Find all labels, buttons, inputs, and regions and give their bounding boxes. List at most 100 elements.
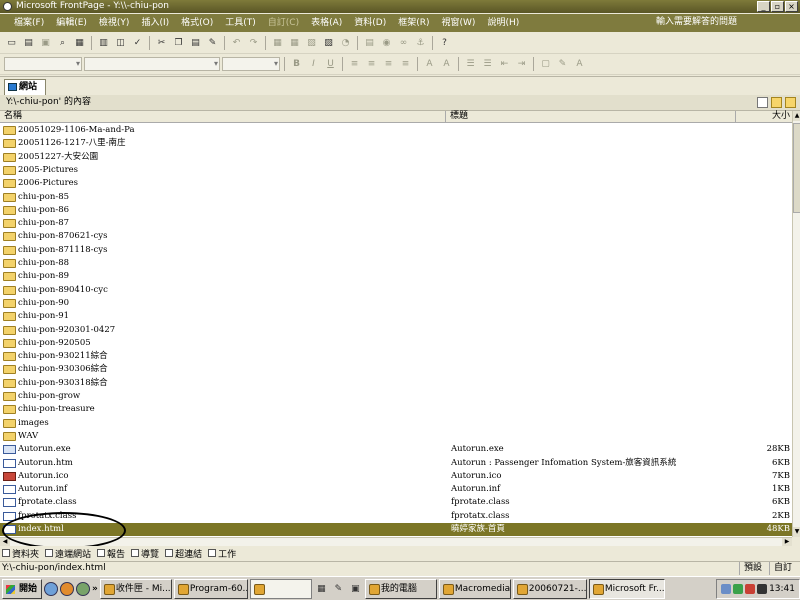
undo-icon[interactable]: ↶ <box>229 36 244 51</box>
folder-row[interactable]: chiu-pon-870621-cys <box>0 230 792 243</box>
outlook-quicklaunch-icon[interactable] <box>60 581 75 596</box>
show-all-icon[interactable]: ◉ <box>379 36 394 51</box>
file-row[interactable]: Autorun.exe Autorun.exe 28KB <box>0 443 792 456</box>
folder-row[interactable]: chiu-pon-treasure <box>0 403 792 416</box>
folder-row[interactable]: chiu-pon-85 <box>0 191 792 204</box>
close-button[interactable]: × <box>785 1 798 12</box>
font-size-dropdown[interactable] <box>222 57 280 71</box>
start-button[interactable]: 開始 <box>2 578 43 599</box>
status-mode-custom[interactable]: 自訂 <box>768 562 796 575</box>
taskbar-input-box[interactable] <box>249 578 312 599</box>
file-row[interactable]: fprotatx.class fprotatx.class 2KB <box>0 510 792 523</box>
view-remote-site[interactable]: 遠端網站 <box>45 547 91 560</box>
paste-icon[interactable]: ▤ <box>188 36 203 51</box>
vertical-scrollbar[interactable]: ▲ ▼ <box>792 111 800 537</box>
align-left-icon[interactable]: ≡ <box>347 57 362 72</box>
menu-window[interactable]: 視窗(W) <box>436 15 482 31</box>
insert-layer-icon[interactable]: ▧ <box>304 36 319 51</box>
web-component-icon[interactable]: ▦ <box>270 36 285 51</box>
hyperlink-icon[interactable]: ∞ <box>396 36 411 51</box>
view-tasks[interactable]: 工作 <box>208 547 236 560</box>
folder-row[interactable]: 2005-Pictures <box>0 164 792 177</box>
column-header-title[interactable]: 標題 <box>446 111 736 123</box>
menu-file[interactable]: 檔案(F) <box>8 15 50 31</box>
view-hyperlinks[interactable]: 超連結 <box>165 547 202 560</box>
folder-row[interactable]: chiu-pon-89 <box>0 270 792 283</box>
folder-row[interactable]: images <box>0 417 792 430</box>
task-20060721[interactable]: 20060721-... <box>512 578 587 599</box>
view-navigation[interactable]: 導覽 <box>131 547 159 560</box>
file-row[interactable]: Autorun.inf Autorun.inf 1KB <box>0 483 792 496</box>
ie-quicklaunch-icon[interactable] <box>44 581 59 596</box>
search-icon[interactable]: ⌕ <box>55 36 70 51</box>
folder-row[interactable]: chiu-pon-930211綜合 <box>0 350 792 363</box>
menu-help[interactable]: 說明(H) <box>481 15 525 31</box>
redo-icon[interactable]: ↷ <box>246 36 261 51</box>
bold-button[interactable]: B <box>289 57 304 72</box>
new-page-icon[interactable] <box>757 97 768 108</box>
view-folders[interactable]: 資料夾 <box>2 547 39 560</box>
underline-button[interactable]: U <box>323 57 338 72</box>
folder-row[interactable]: chiu-pon-86 <box>0 204 792 217</box>
taskbar-pen-icon[interactable]: ✎ <box>331 581 346 596</box>
folder-row[interactable]: 20051126-1217-八里-南庄 <box>0 137 792 150</box>
file-row[interactable]: Autorun.ico Autorun.ico 7KB <box>0 470 792 483</box>
format-painter-icon[interactable]: ✎ <box>205 36 220 51</box>
folder-row[interactable]: 20051227-大安公園 <box>0 151 792 164</box>
folder-row[interactable]: chiu-pon-grow <box>0 390 792 403</box>
highlight-icon[interactable]: ✎ <box>555 57 570 72</box>
new-page-icon[interactable]: ▭ <box>4 36 19 51</box>
task-inbox[interactable]: 收件匣 - Mi... <box>99 578 172 599</box>
task-microsoft-frontpage[interactable]: Microsoft Fr... <box>588 578 665 599</box>
folder-row[interactable]: chiu-pon-930318綜合 <box>0 377 792 390</box>
copy-icon[interactable]: ❐ <box>171 36 186 51</box>
increase-indent-icon[interactable]: ⇥ <box>514 57 529 72</box>
bookmark-icon[interactable]: ⚓ <box>413 36 428 51</box>
folder-row[interactable]: chiu-pon-87 <box>0 217 792 230</box>
menu-edit[interactable]: 編輯(E) <box>50 15 93 31</box>
font-dropdown[interactable] <box>84 57 220 71</box>
align-center-icon[interactable]: ≡ <box>364 57 379 72</box>
taskbar-keyboard-icon[interactable]: ▦ <box>314 581 329 596</box>
restore-button[interactable]: ▫ <box>771 1 784 12</box>
folder-row[interactable]: chiu-pon-890410-cyc <box>0 284 792 297</box>
decrease-indent-icon[interactable]: ⇤ <box>497 57 512 72</box>
up-folder-icon[interactable] <box>785 97 796 108</box>
column-header-name[interactable]: 名稱 <box>0 111 446 123</box>
folder-row[interactable]: chiu-pon-871118-cys <box>0 244 792 257</box>
folder-row[interactable]: chiu-pon-88 <box>0 257 792 270</box>
justify-icon[interactable]: ≡ <box>398 57 413 72</box>
taskbar-tool-icon[interactable]: ▣ <box>348 581 363 596</box>
folder-row[interactable]: WAV <box>0 430 792 443</box>
taskbar-chevron-icon[interactable]: » <box>92 584 98 594</box>
style-dropdown[interactable] <box>4 57 82 71</box>
folder-row[interactable]: chiu-pon-920505 <box>0 337 792 350</box>
tray-volume-icon[interactable] <box>757 583 768 594</box>
print-icon[interactable]: ▥ <box>96 36 111 51</box>
menu-custom[interactable]: 自訂(C) <box>262 15 305 31</box>
tray-arrow-icon[interactable] <box>721 583 732 594</box>
scroll-thumb[interactable] <box>793 123 800 213</box>
scroll-down-arrow-icon[interactable]: ▼ <box>793 527 800 537</box>
save-icon[interactable]: ▣ <box>38 36 53 51</box>
open-icon[interactable]: ▤ <box>21 36 36 51</box>
minimize-button[interactable]: _ <box>757 1 770 12</box>
folder-row[interactable]: chiu-pon-920301-0427 <box>0 324 792 337</box>
scroll-right-arrow-icon[interactable]: ▶ <box>782 538 792 546</box>
task-program[interactable]: Program-60... <box>173 578 248 599</box>
insert-picture-icon[interactable]: ▨ <box>321 36 336 51</box>
desktop-quicklaunch-icon[interactable] <box>76 581 91 596</box>
menu-table[interactable]: 表格(A) <box>305 15 348 31</box>
scroll-up-arrow-icon[interactable]: ▲ <box>793 111 800 121</box>
italic-button[interactable]: I <box>306 57 321 72</box>
menu-tools[interactable]: 工具(T) <box>219 15 262 31</box>
view-reports[interactable]: 報告 <box>97 547 125 560</box>
folder-row[interactable]: chiu-pon-91 <box>0 310 792 323</box>
folder-list-icon[interactable]: ▤ <box>362 36 377 51</box>
spelling-icon[interactable]: ✓ <box>130 36 145 51</box>
drawing-icon[interactable]: ◔ <box>338 36 353 51</box>
file-row[interactable]: Autorun.htm Autorun : Passenger Infomatio… <box>0 457 792 470</box>
tray-antivirus-icon[interactable] <box>745 583 756 594</box>
folder-row[interactable]: chiu-pon-930306綜合 <box>0 363 792 376</box>
column-header-size[interactable]: 大小 <box>736 111 792 123</box>
